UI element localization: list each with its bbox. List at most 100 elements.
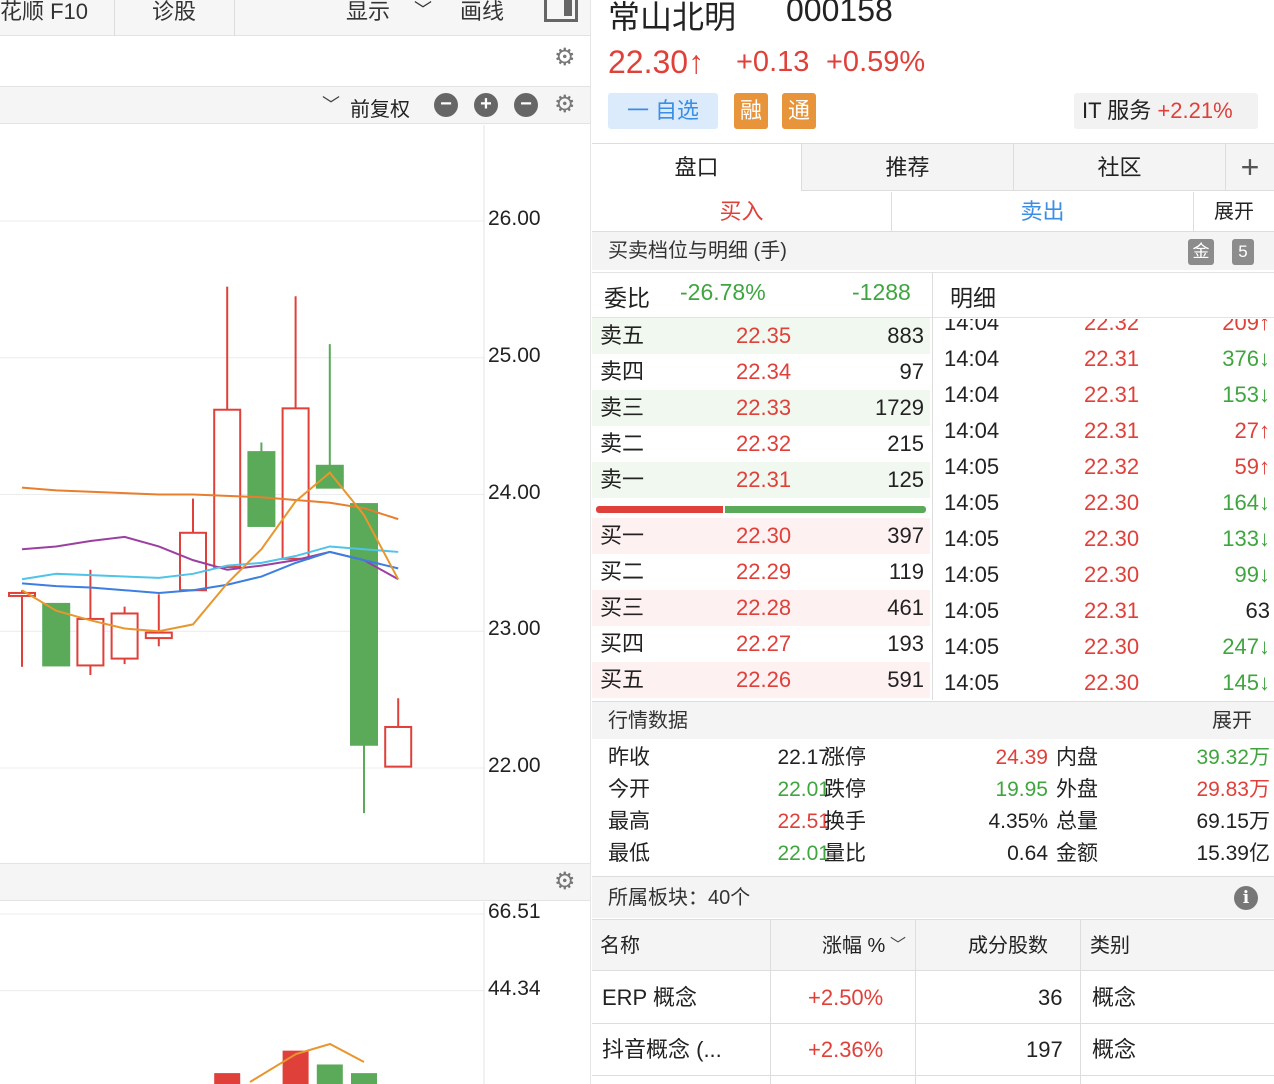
col-name[interactable]: 名称 <box>600 920 640 972</box>
moving-average-line <box>21 550 399 594</box>
y-tick-label: 26.00 <box>488 207 541 230</box>
divider <box>234 0 235 36</box>
tab-recommend[interactable]: 推荐 <box>802 144 1014 191</box>
tab-pankou[interactable]: 盘口 <box>592 144 802 191</box>
bid-row[interactable]: 买三 22.28 461 <box>592 590 930 626</box>
diagnose-button[interactable]: 诊股 <box>152 0 196 30</box>
candle-body <box>213 408 242 568</box>
quote-value: 39.32万 <box>1196 746 1270 769</box>
col-change[interactable]: 涨幅 % <box>822 920 885 972</box>
sell-button[interactable]: 卖出 <box>892 192 1194 232</box>
sector-type: 概念 <box>1092 1037 1137 1062</box>
connect-tag[interactable]: 通 <box>782 93 816 129</box>
buy-button[interactable]: 买入 <box>592 192 892 232</box>
zoom-out-icon[interactable]: − <box>514 93 538 117</box>
adjust-select[interactable]: 前复权 <box>350 93 410 122</box>
tick-price: 22.31 <box>1084 382 1140 407</box>
tick-row: 14:05 22.30 145↓ <box>934 665 1274 700</box>
tick-list[interactable]: 14:04 22.32 209↑ 14:04 22.31 376↓ 14:04 22.31 15… <box>934 319 1274 700</box>
stock-code: 000158 <box>786 0 893 28</box>
info-icon[interactable]: i <box>1234 886 1258 910</box>
level-price: 22.27 <box>736 631 792 656</box>
level-label: 买三 <box>600 595 645 620</box>
chevron-down-icon[interactable]: ﹀ <box>414 0 432 32</box>
stock-name: 常山北明 <box>608 0 737 35</box>
expand-quote-button[interactable]: 展开 <box>1212 702 1252 740</box>
level-volume: 883 <box>887 323 924 348</box>
tick-volume: 63 <box>1245 598 1270 623</box>
ask-row[interactable]: 卖五 22.35 883 <box>592 318 930 354</box>
level-label: 买一 <box>600 523 645 548</box>
tick-time: 14:04 <box>944 418 1000 443</box>
bid-row[interactable]: 买一 22.30 397 <box>592 518 930 554</box>
col-type[interactable]: 类别 <box>1090 920 1130 972</box>
tick-row: 14:04 22.31 376↓ <box>934 341 1274 377</box>
level-volume: 97 <box>899 359 924 384</box>
tick-row: 14:04 22.31 27↑ <box>934 413 1274 449</box>
sector-name: 抖音概念 (... <box>602 1037 722 1062</box>
quote-header: 行情数据 展开 <box>592 701 1274 739</box>
gold-badge[interactable]: 金 <box>1188 239 1214 265</box>
tab-community[interactable]: 社区 <box>1014 144 1226 191</box>
gear-icon[interactable]: ⚙ <box>554 93 576 117</box>
layout-toggle-icon[interactable] <box>544 0 578 22</box>
candle-body <box>350 503 378 746</box>
table-row[interactable]: ERP 概念 +2.50% 36 概念 <box>592 972 1274 1024</box>
quote-row: 最低 22.01 量比 0.64 金额 15.39亿 <box>592 838 1274 870</box>
y-tick-label: 23.00 <box>488 617 541 641</box>
bid-row[interactable]: 买五 22.26 591 <box>592 662 930 698</box>
quote-row: 昨收 22.17 涨停 24.39 内盘 39.32万 <box>592 742 1274 774</box>
gear-icon[interactable]: ⚙ <box>554 870 576 894</box>
tick-row: 14:05 22.30 99↓ <box>934 557 1274 593</box>
sector-count: 197 <box>1026 1037 1063 1062</box>
table-row[interactable]: 抖音概念 (... +2.36% 197 概念 <box>592 1024 1274 1076</box>
collapse-icon[interactable]: − <box>434 93 458 117</box>
level-price: 22.26 <box>736 667 792 692</box>
tick-time: 14:04 <box>944 346 1000 371</box>
bid-ratio-fill <box>724 506 926 513</box>
level-price: 22.30 <box>736 523 792 548</box>
level-price: 22.35 <box>736 323 792 348</box>
candle-body <box>179 531 207 592</box>
tick-price: 22.32 <box>1084 319 1140 335</box>
orderbook-summary: 委比 -26.78% -1288 明细 <box>592 272 1274 318</box>
bid-row[interactable]: 买四 22.27 193 <box>592 626 930 662</box>
ask-row[interactable]: 卖三 22.33 1729 <box>592 390 930 426</box>
margin-tag[interactable]: 融 <box>734 93 768 129</box>
quote-key: 涨停 <box>824 746 866 769</box>
zoom-in-icon[interactable]: + <box>474 93 498 117</box>
y-tick-label: 24.00 <box>488 480 541 504</box>
tick-time: 14:05 <box>944 598 1000 623</box>
expand-trade-button[interactable]: 展开 <box>1194 192 1274 232</box>
gear-icon[interactable]: ⚙ <box>554 46 576 70</box>
divider <box>915 919 916 1084</box>
quote-value: 0.64 <box>1007 842 1048 865</box>
quote-key: 内盘 <box>1056 746 1098 769</box>
draw-button[interactable]: 画线 <box>460 0 504 30</box>
tick-row: 14:04 22.32 209↑ <box>934 319 1274 341</box>
f10-button[interactable]: 花顺 F10 <box>0 0 88 30</box>
sector-tag[interactable]: IT 服务 +2.21% <box>1074 93 1258 129</box>
ask-row[interactable]: 卖二 22.32 215 <box>592 426 930 462</box>
moving-average-line <box>21 535 399 581</box>
ask-row[interactable]: 卖一 22.31 125 <box>592 462 930 498</box>
chevron-down-icon[interactable]: ﹀ <box>322 91 340 117</box>
quote-key: 换手 <box>824 810 866 833</box>
quote-value: 22.51 <box>777 810 830 833</box>
candle-body <box>281 407 310 560</box>
level-volume: 119 <box>888 559 924 584</box>
candle-body <box>384 725 413 768</box>
add-tab-icon[interactable]: + <box>1226 144 1274 191</box>
ask-row[interactable]: 卖四 22.34 97 <box>592 354 930 390</box>
display-button[interactable]: 显示 <box>346 0 390 30</box>
quote-value: 4.35% <box>988 810 1048 833</box>
bid-row[interactable]: 买二 22.29 119 <box>592 554 930 590</box>
col-count[interactable]: 成分股数 <box>968 920 1048 972</box>
watchlist-button[interactable]: 一 自选 <box>608 93 718 129</box>
quote-panel: 常山北明 000158 22.30↑ +0.13 +0.59% 一 自选 融 通… <box>592 0 1274 1084</box>
level-volume: 193 <box>887 631 924 656</box>
level-badge[interactable]: 5 <box>1232 239 1254 265</box>
tick-time: 14:05 <box>944 634 1000 659</box>
sector-name: ERP 概念 <box>602 985 697 1010</box>
sort-desc-icon[interactable]: ﹀ <box>890 920 906 972</box>
